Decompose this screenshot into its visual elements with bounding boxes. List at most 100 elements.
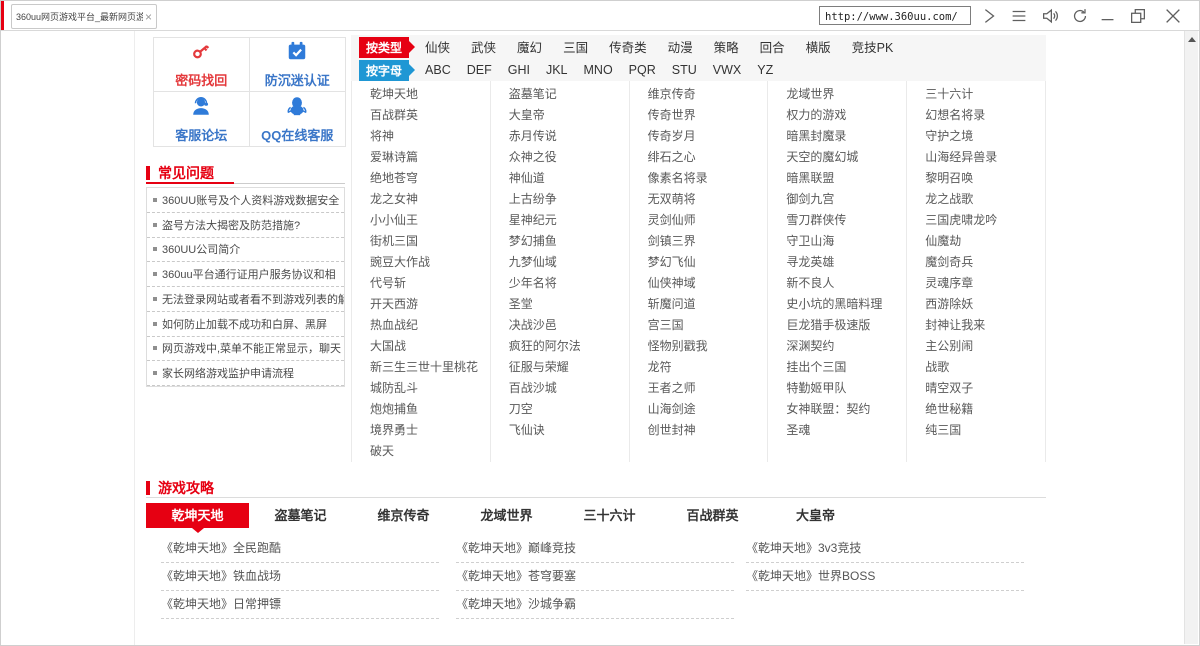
filter-type-option[interactable]: 回合 (760, 41, 785, 55)
game-link[interactable]: 寻龙英雄 (768, 252, 906, 273)
guide-link[interactable]: 《乾坤天地》世界BOSS (746, 563, 1024, 591)
game-link[interactable]: 无双萌将 (630, 189, 768, 210)
game-link[interactable]: 西游除妖 (907, 294, 1045, 315)
game-link[interactable]: 封神让我来 (907, 315, 1045, 336)
guide-tab[interactable]: 乾坤天地 (146, 503, 249, 528)
filter-letter-option[interactable]: ABC (425, 63, 451, 77)
game-link[interactable]: 剑镇三界 (630, 231, 768, 252)
game-link[interactable]: 刀空 (491, 399, 629, 420)
game-link[interactable]: 神仙道 (491, 168, 629, 189)
faq-item[interactable]: 如何防止加载不成功和白屏、黑屏 (147, 312, 344, 337)
game-link[interactable]: 山海经异兽录 (907, 147, 1045, 168)
filter-letter-option[interactable]: STU (672, 63, 697, 77)
game-link[interactable]: 王者之师 (630, 378, 768, 399)
game-link[interactable]: 上古纷争 (491, 189, 629, 210)
game-link[interactable]: 梦幻飞仙 (630, 252, 768, 273)
game-link[interactable]: 御剑九宫 (768, 189, 906, 210)
faq-item[interactable]: 360UU账号及个人资料游戏数据安全 (147, 188, 344, 213)
game-link[interactable]: 斩魔问道 (630, 294, 768, 315)
game-link[interactable]: 三国虎啸龙吟 (907, 210, 1045, 231)
filter-letter-option[interactable]: MNO (584, 63, 613, 77)
guide-link[interactable]: 《乾坤天地》日常押镖 (161, 591, 439, 619)
game-link[interactable]: 史小坑的黑暗料理 (768, 294, 906, 315)
filter-letter-option[interactable]: DEF (467, 63, 492, 77)
guide-link[interactable]: 《乾坤天地》全民跑酷 (161, 535, 439, 563)
game-link[interactable]: 宫三国 (630, 315, 768, 336)
filter-letter-option[interactable]: VWX (713, 63, 741, 77)
game-link[interactable]: 绝地苍穹 (352, 168, 490, 189)
game-link[interactable]: 创世封神 (630, 420, 768, 441)
game-link[interactable]: 新不良人 (768, 273, 906, 294)
game-link[interactable]: 盗墓笔记 (491, 84, 629, 105)
game-link[interactable]: 决战沙邑 (491, 315, 629, 336)
guide-tab[interactable]: 百战群英 (661, 503, 764, 528)
game-link[interactable]: 破天 (352, 441, 490, 462)
guide-link[interactable]: 《乾坤天地》巅峰竞技 (456, 535, 734, 563)
scroll-up-icon[interactable] (1188, 37, 1196, 42)
game-link[interactable]: 大国战 (352, 336, 490, 357)
game-link[interactable]: 赤月传说 (491, 126, 629, 147)
game-link[interactable]: 魔剑奇兵 (907, 252, 1045, 273)
game-link[interactable]: 仙魔劫 (907, 231, 1045, 252)
guide-tab[interactable]: 盗墓笔记 (249, 503, 352, 528)
game-link[interactable]: 深渊契约 (768, 336, 906, 357)
minimize-icon[interactable] (1096, 4, 1120, 28)
filter-letter-option[interactable]: JKL (546, 63, 568, 77)
game-link[interactable]: 豌豆大作战 (352, 252, 490, 273)
guide-link[interactable]: 《乾坤天地》苍穹要塞 (456, 563, 734, 591)
filter-type-option[interactable]: 仙侠 (425, 41, 450, 55)
game-link[interactable]: 疯狂的阿尔法 (491, 336, 629, 357)
faq-item[interactable]: 360UU公司简介 (147, 238, 344, 263)
game-link[interactable]: 小小仙王 (352, 210, 490, 231)
game-link[interactable]: 绝世秘籍 (907, 399, 1045, 420)
game-link[interactable]: 守护之境 (907, 126, 1045, 147)
filter-type-option[interactable]: 竞技PK (852, 41, 894, 55)
game-link[interactable]: 山海剑途 (630, 399, 768, 420)
filter-type-option[interactable]: 三国 (563, 41, 588, 55)
game-link[interactable]: 征服与荣耀 (491, 357, 629, 378)
game-link[interactable]: 热血战纪 (352, 315, 490, 336)
game-link[interactable]: 怪物别戳我 (630, 336, 768, 357)
guide-link[interactable]: 《乾坤天地》沙城争霸 (456, 591, 734, 619)
game-link[interactable]: 雪刀群侠传 (768, 210, 906, 231)
game-link[interactable]: 九梦仙域 (491, 252, 629, 273)
game-link[interactable]: 幻想名将录 (907, 105, 1045, 126)
support-forum-button[interactable]: 客服论坛 (154, 92, 250, 146)
guide-link[interactable]: 《乾坤天地》铁血战场 (161, 563, 439, 591)
game-link[interactable]: 乾坤天地 (352, 84, 490, 105)
filter-type-option[interactable]: 武侠 (471, 41, 496, 55)
filter-letter-option[interactable]: YZ (757, 63, 773, 77)
game-link[interactable]: 战歌 (907, 357, 1045, 378)
game-link[interactable]: 梦幻捕鱼 (491, 231, 629, 252)
filter-letter-option[interactable]: PQR (629, 63, 656, 77)
browser-tab[interactable]: 360uu网页游戏平台_最新网页游 × (11, 4, 157, 29)
game-link[interactable]: 街机三国 (352, 231, 490, 252)
page-scrollbar[interactable] (1184, 31, 1198, 644)
game-link[interactable]: 飞仙诀 (491, 420, 629, 441)
faq-item[interactable]: 家长网络游戏监护申请流程 (147, 361, 344, 386)
guide-tab[interactable]: 大皇帝 (764, 503, 867, 528)
address-bar[interactable] (819, 6, 971, 25)
game-link[interactable]: 圣魂 (768, 420, 906, 441)
qq-online-service-button[interactable]: QQ在线客服 (250, 92, 346, 146)
url-input[interactable] (820, 9, 970, 26)
game-link[interactable]: 龙之女神 (352, 189, 490, 210)
game-link[interactable]: 少年名将 (491, 273, 629, 294)
game-link[interactable]: 代号斩 (352, 273, 490, 294)
game-link[interactable]: 暗黑联盟 (768, 168, 906, 189)
game-link[interactable]: 绯石之心 (630, 147, 768, 168)
restore-window-icon[interactable] (1126, 4, 1150, 28)
faq-item[interactable]: 无法登录网站或者看不到游戏列表的解 (147, 287, 344, 312)
game-link[interactable]: 将神 (352, 126, 490, 147)
game-link[interactable]: 百战沙城 (491, 378, 629, 399)
refresh-icon[interactable] (1068, 4, 1092, 28)
guide-tab[interactable]: 龙域世界 (455, 503, 558, 528)
filter-type-option[interactable]: 传奇类 (609, 41, 647, 55)
game-link[interactable]: 圣堂 (491, 294, 629, 315)
anti-addiction-button[interactable]: 防沉迷认证 (250, 38, 346, 92)
game-link[interactable]: 灵魂序章 (907, 273, 1045, 294)
game-link[interactable]: 开天西游 (352, 294, 490, 315)
game-link[interactable]: 权力的游戏 (768, 105, 906, 126)
game-link[interactable]: 主公别闹 (907, 336, 1045, 357)
game-link[interactable]: 守卫山海 (768, 231, 906, 252)
